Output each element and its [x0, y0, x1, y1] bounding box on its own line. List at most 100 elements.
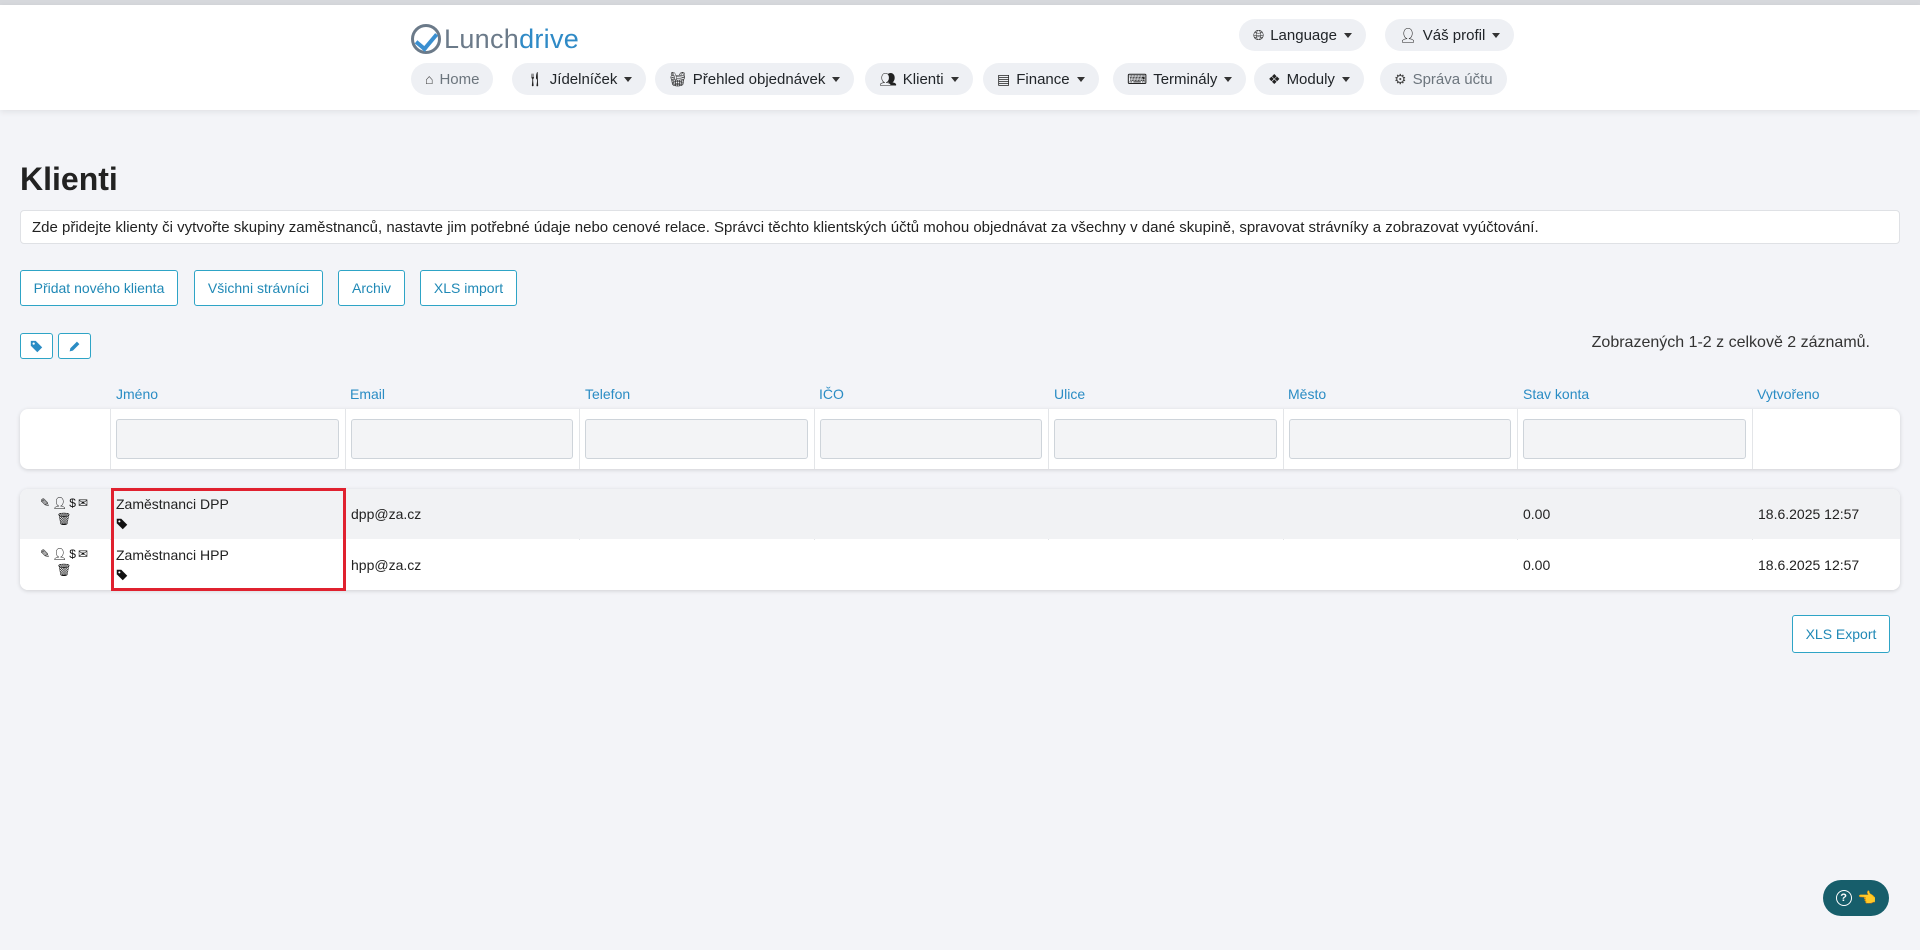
utensils-icon: 🍴︎	[526, 70, 544, 87]
column-divider	[345, 409, 346, 469]
nav-terminals-label: Terminály	[1153, 70, 1218, 88]
chevron-down-icon	[1076, 76, 1085, 82]
bulk-edit-button[interactable]	[58, 333, 91, 359]
nav-clients-label: Klienti	[902, 70, 944, 88]
chevron-down-icon	[1343, 32, 1352, 38]
column-header-phone[interactable]: Telefon	[585, 386, 630, 402]
all-diners-button[interactable]: Všichni strávníci	[194, 270, 323, 306]
brand-logo[interactable]: Lunchdrive	[411, 21, 579, 57]
chevron-down-icon	[950, 76, 959, 82]
nav-home-label: Home	[439, 70, 480, 88]
column-header-street[interactable]: Ulice	[1054, 386, 1085, 402]
chevron-down-icon	[832, 76, 841, 82]
column-divider	[110, 409, 111, 469]
nav-clients[interactable]: 👥︎ Klienti	[865, 63, 973, 95]
nav-finance-label: Finance	[1016, 70, 1070, 88]
pointing-hand-icon: 👈	[1857, 890, 1877, 907]
user-icon: 👤︎	[1399, 26, 1417, 43]
archive-button[interactable]: Archiv	[338, 270, 405, 306]
chevron-down-icon	[1341, 76, 1350, 82]
basket-icon: 🧺︎	[669, 70, 687, 87]
column-divider	[579, 409, 580, 469]
filter-street-input[interactable]	[1054, 419, 1277, 459]
xls-import-button[interactable]: XLS import	[420, 270, 517, 306]
column-divider	[1283, 409, 1284, 469]
chevron-down-icon	[1492, 32, 1501, 38]
trash-icon[interactable]: 🗑︎	[56, 563, 73, 577]
client-created: 18.6.2025 12:57	[1758, 557, 1860, 573]
mail-icon[interactable]: ✉︎	[78, 547, 90, 561]
top-header: Lunchdrive 🌐︎ Language 👤︎ Váš profil ⌂ H…	[0, 5, 1920, 110]
column-divider	[1517, 409, 1518, 469]
profile-menu[interactable]: 👤︎ Váš profil	[1385, 19, 1515, 51]
brand-name-part2: drive	[519, 23, 580, 54]
users-icon: 👥︎	[879, 70, 897, 87]
nav-menu-label: Jídelníček	[549, 70, 618, 88]
client-balance: 0.00	[1523, 506, 1551, 522]
pencil-icon	[69, 341, 80, 351]
gear-icon: ⚙︎	[1394, 70, 1407, 87]
nav-account-settings-label: Správa účtu	[1412, 70, 1493, 88]
help-button[interactable]: ? 👈	[1823, 880, 1889, 916]
column-header-created[interactable]: Vytvořeno	[1757, 386, 1820, 402]
column-header-email[interactable]: Email	[350, 386, 385, 402]
nav-home[interactable]: ⌂ Home	[411, 63, 494, 95]
page-title: Klienti	[20, 161, 118, 197]
tags-button[interactable]	[20, 333, 53, 359]
nav-terminals[interactable]: ⌨︎ Terminály	[1113, 63, 1247, 95]
nav-orders-label: Přehled objednávek	[692, 70, 826, 88]
column-header-balance[interactable]: Stav konta	[1523, 386, 1589, 402]
brand-name-part1: Lunch	[444, 23, 520, 54]
cubes-icon: ❖	[1268, 70, 1281, 87]
client-created: 18.6.2025 12:57	[1758, 506, 1860, 522]
chevron-down-icon	[1224, 76, 1233, 82]
filter-ico-input[interactable]	[820, 419, 1042, 459]
name-column-highlight	[111, 488, 346, 591]
tag-icon	[30, 340, 43, 352]
edit-icon[interactable]: ✎	[40, 547, 52, 561]
client-email: hpp@za.cz	[351, 557, 422, 573]
check-logo-icon	[411, 24, 441, 54]
home-icon: ⌂	[425, 71, 434, 87]
xls-export-button[interactable]: XLS Export	[1792, 615, 1890, 653]
filter-row	[20, 409, 1900, 469]
page-description: Zde přidejte klienty či vytvořte skupiny…	[20, 210, 1900, 244]
nav-modules[interactable]: ❖ Moduly	[1254, 63, 1364, 95]
keyboard-icon: ⌨︎	[1127, 70, 1148, 87]
nav-orders[interactable]: 🧺︎ Přehled objednávek	[655, 63, 855, 95]
column-header-city[interactable]: Město	[1288, 386, 1326, 402]
globe-icon: 🌐︎	[1253, 26, 1265, 43]
profile-label: Váš profil	[1422, 26, 1486, 44]
records-summary: Zobrazených 1-2 z celkově 2 záznamů.	[1591, 334, 1870, 351]
filter-email-input[interactable]	[351, 419, 573, 459]
user-icon[interactable]: 👤︎	[52, 547, 69, 561]
column-divider	[1752, 409, 1753, 469]
row-actions: ✎👤︎$✉︎ 🗑︎	[34, 546, 96, 578]
filter-balance-input[interactable]	[1523, 419, 1746, 459]
column-divider	[814, 409, 815, 469]
dollar-icon[interactable]: $	[69, 547, 78, 561]
edit-icon[interactable]: ✎	[40, 496, 52, 510]
cash-register-icon: ▤	[997, 70, 1011, 87]
filter-phone-input[interactable]	[585, 419, 808, 459]
nav-menu[interactable]: 🍴︎ Jídelníček	[512, 63, 647, 95]
filter-name-input[interactable]	[116, 419, 339, 459]
chevron-down-icon	[624, 76, 633, 82]
column-divider	[1048, 409, 1049, 469]
client-email: dpp@za.cz	[351, 506, 422, 522]
user-icon[interactable]: 👤︎	[52, 496, 69, 510]
language-menu[interactable]: 🌐︎ Language	[1239, 19, 1366, 51]
language-label: Language	[1270, 26, 1337, 44]
nav-finance[interactable]: ▤ Finance	[983, 63, 1099, 95]
add-client-button[interactable]: Přidat nového klienta	[20, 270, 178, 306]
column-header-name[interactable]: Jméno	[116, 386, 158, 402]
client-balance: 0.00	[1523, 557, 1551, 573]
mail-icon[interactable]: ✉︎	[78, 496, 90, 510]
dollar-icon[interactable]: $	[69, 496, 78, 510]
nav-modules-label: Moduly	[1286, 70, 1335, 88]
nav-account-settings[interactable]: ⚙︎ Správa účtu	[1380, 63, 1507, 95]
filter-city-input[interactable]	[1289, 419, 1511, 459]
trash-icon[interactable]: 🗑︎	[56, 512, 73, 526]
question-circle-icon: ?	[1835, 890, 1852, 906]
column-header-ico[interactable]: IČO	[819, 386, 844, 402]
